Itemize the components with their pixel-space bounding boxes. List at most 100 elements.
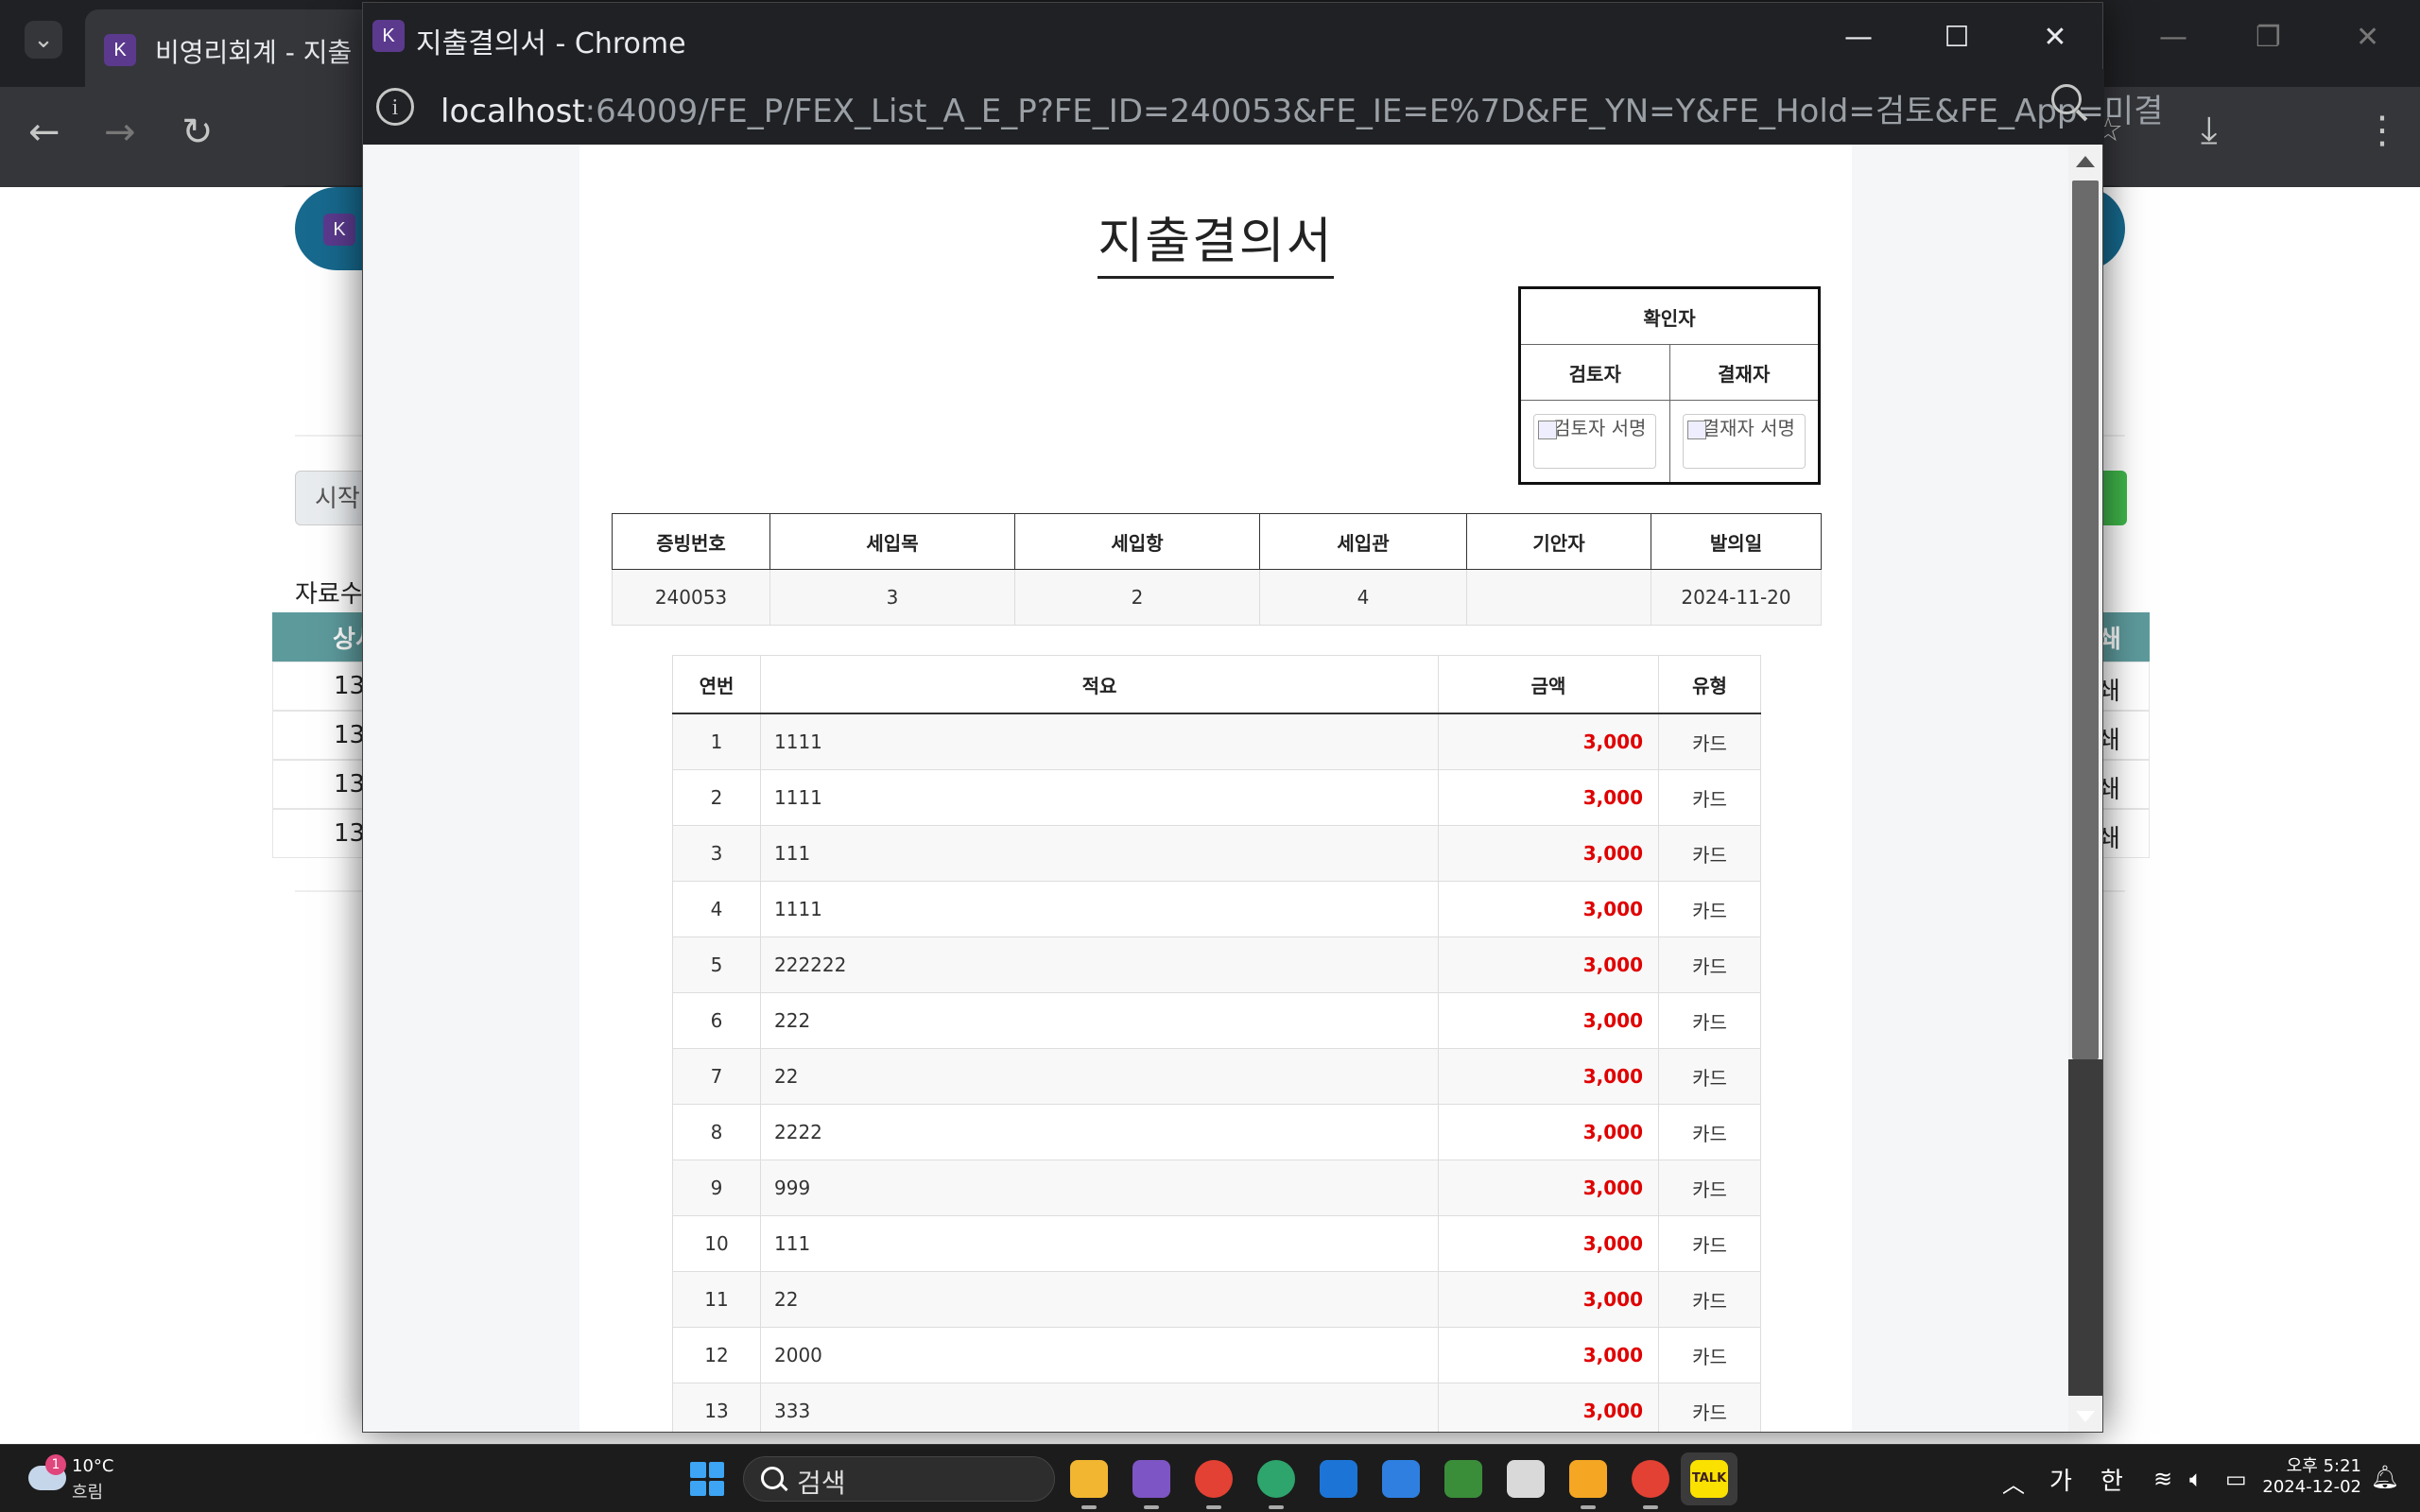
taskbar-search[interactable]: 검색 [743,1456,1055,1502]
chrome-profile-icon[interactable] [1195,1460,1233,1509]
info-header: 발의일 [1651,513,1822,570]
table-row: 7 22 3,000 카드 [672,1048,1761,1105]
ebs-app-icon[interactable] [1569,1460,1607,1509]
weather-badge: 1 [45,1454,66,1475]
item-amount: 3,000 [1438,1271,1659,1328]
site-info-icon[interactable]: i [376,88,414,126]
item-amount: 3,000 [1438,1160,1659,1216]
item-no: 5 [672,936,761,993]
taskbar: 1 10°C 흐림 검색 TALK ︿ 가 한 ≋ 🔈︎ ▭ 오후 5:21 2… [0,1444,2420,1512]
forward-arrow-icon[interactable]: → [104,113,136,151]
popup-address-bar[interactable]: i localhost:64009/FE_P/FEX_List_A_E_P?FE… [363,69,2163,145]
info-header: 세입목 [769,513,1015,570]
tab-search-button[interactable]: ⌄ [25,21,62,59]
item-description: 22 [760,1048,1439,1105]
item-no: 12 [672,1327,761,1383]
item-amount: 3,000 [1438,881,1659,937]
popup-scrollbar[interactable] [2068,145,2102,1432]
approval-box: 확인자 검토자 결재자 검토자 서명 결재자 서명 [1518,286,1821,485]
item-amount: 3,000 [1438,1104,1659,1160]
scrollbar-track[interactable] [2068,1059,2102,1396]
zoom-icon[interactable] [2051,84,2082,114]
tray-chevron-up-icon[interactable]: ︿ [2002,1466,2025,1499]
battery-icon[interactable]: ▭ [2225,1466,2247,1492]
item-amount: 3,000 [1438,825,1659,882]
wifi-icon[interactable]: ≋ [2153,1466,2172,1492]
popup-window-title: 지출결의서 - Chrome [416,27,686,60]
popup-url-text[interactable]: localhost:64009/FE_P/FEX_List_A_E_P?FE_I… [441,85,2163,131]
scrollbar-thumb[interactable] [2072,180,2099,1059]
scroll-up-arrow-icon[interactable] [2076,156,2095,167]
popup-window: K 지출결의서 - Chrome — ☐ ✕ i localhost:64009… [362,2,2163,1433]
main-tab-title: 비영리회계 - 지출 [155,37,353,68]
url-host: localhost [441,93,585,130]
notepad-icon[interactable] [1382,1460,1420,1498]
download-icon[interactable]: ⤓ [2201,112,2218,149]
navbar-logo[interactable]: K [323,214,355,246]
table-row: 12 2000 3,000 카드 [672,1327,1761,1383]
table-row: 10 111 3,000 카드 [672,1215,1761,1272]
edge-icon[interactable] [1257,1460,1295,1509]
table-row: 8 2222 3,000 카드 [672,1104,1761,1160]
kakaotalk-button[interactable]: TALK [1681,1452,1737,1505]
popup-minimize-button[interactable]: — [1830,14,1887,61]
item-description: 333 [760,1383,1439,1432]
item-description: 111 [760,825,1439,882]
item-type: 카드 [1658,769,1761,826]
snipping-tool-icon[interactable] [1444,1460,1482,1498]
popup-favicon: K [372,20,405,52]
volume-icon[interactable]: 🔈︎ [2189,1466,2203,1492]
items-body: 1 1111 3,000 카드 2 1111 3,000 카드 3 111 3,000 카드 4 1111… [672,713,1761,1432]
notification-bell-icon[interactable]: 🔔︎ [2371,1464,2399,1490]
table-row: 3 111 3,000 카드 [672,825,1761,882]
document-info-table: 증빙번호 세입목 세입항 세입관 기안자 발의일 240053 3 2 4 20… [612,513,1822,626]
record-count-label: 자료수 [295,580,363,609]
item-description: 222 [760,992,1439,1049]
clock-date[interactable]: 2024-12-02 [2262,1477,2361,1497]
reviewer-sign-cell: 검토자 서명 [1519,400,1670,484]
weather-widget[interactable]: 1 10°C 흐림 [28,1452,142,1505]
table-row: 11 22 3,000 카드 [672,1271,1761,1328]
item-no: 10 [672,1215,761,1272]
document-viewer-icon[interactable] [1507,1460,1545,1498]
item-type: 카드 [1658,1327,1761,1383]
main-restore-button[interactable]: ❐ [2256,21,2281,54]
popup-maximize-button[interactable]: ☐ [1928,14,1985,61]
item-type: 카드 [1658,1160,1761,1216]
clock-time[interactable]: 오후 5:21 [2287,1452,2361,1477]
item-no: 9 [672,1160,761,1216]
approver-label: 결재자 [1668,344,1820,401]
kakaotalk-icon: TALK [1690,1460,1728,1498]
main-minimize-button[interactable]: — [2159,21,2187,54]
ime-language-indicator[interactable]: 가 [2049,1462,2072,1497]
row-cell: 13 [334,770,366,799]
approver-signature-image: 결재자 서명 [1682,414,1806,469]
ime-mode-indicator[interactable]: 한 [2100,1462,2123,1497]
windows-start-icon[interactable] [690,1462,724,1496]
item-amount: 3,000 [1438,1383,1659,1432]
outlook-icon[interactable] [1320,1460,1357,1498]
item-type: 카드 [1658,1048,1761,1105]
item-no: 4 [672,881,761,937]
item-description: 999 [760,1160,1439,1216]
chrome-icon[interactable] [1632,1460,1669,1509]
item-amount: 3,000 [1438,713,1659,770]
item-description: 2000 [760,1327,1439,1383]
item-no: 7 [672,1048,761,1105]
visual-studio-icon[interactable] [1132,1460,1170,1509]
back-arrow-icon[interactable]: ← [28,113,60,151]
reviewer-signature-image: 검토자 서명 [1533,414,1657,469]
item-type: 카드 [1658,881,1761,937]
approver-sign-cell: 결재자 서명 [1668,400,1820,484]
popup-close-button[interactable]: ✕ [2027,14,2083,61]
items-header-no: 연번 [672,655,761,714]
file-explorer-icon[interactable] [1070,1460,1108,1509]
reload-icon[interactable]: ↻ [182,113,214,151]
item-description: 1111 [760,881,1439,937]
scroll-down-arrow-icon[interactable] [2076,1411,2095,1422]
main-close-button[interactable]: ✕ [2356,21,2379,54]
table-row: 1 1111 3,000 카드 [672,713,1761,770]
menu-kebab-icon[interactable]: ⋮ [2363,112,2401,149]
item-type: 카드 [1658,1271,1761,1328]
revenue-section: 2 [1014,569,1260,626]
